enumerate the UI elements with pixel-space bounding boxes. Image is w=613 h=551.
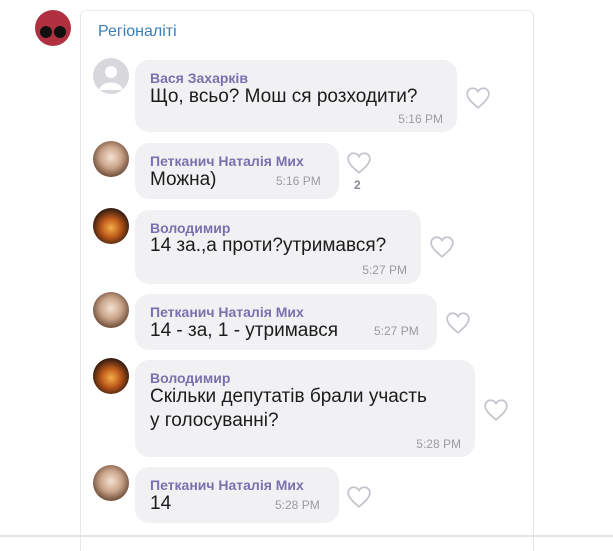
message-time: 5:28 PM (416, 437, 461, 451)
avatar-eye (40, 26, 52, 38)
message-text: Можна) (150, 169, 217, 190)
message-text: 14 (150, 493, 172, 514)
message-time: 5:16 PM (398, 112, 443, 126)
message-bubble[interactable]: Петканич Наталія Мих 14 - за, 1 - утрима… (135, 294, 437, 350)
avatar-eye (54, 26, 66, 38)
message-text: 14 за.,а проти?утримався? (150, 235, 387, 256)
message-bubble[interactable]: Вася Захарків Що, всьо? Мош ся розходити… (135, 60, 457, 132)
heart-icon[interactable] (346, 151, 372, 175)
message-time: 5:27 PM (362, 263, 407, 277)
heart-icon[interactable] (429, 235, 455, 259)
message-text-line: у голосуванні? (150, 410, 279, 431)
divider (0, 535, 613, 537)
avatar[interactable] (93, 58, 129, 94)
sender-name[interactable]: Володимир (150, 370, 230, 386)
message-text-line: Скільки депутатів брали участь (150, 386, 427, 407)
message-bubble[interactable]: Володимир 14 за.,а проти?утримався? 5:27… (135, 210, 421, 284)
message-time: 5:28 PM (275, 498, 320, 512)
chat-title[interactable]: Регіоналіті (98, 23, 177, 41)
avatar[interactable] (93, 358, 129, 394)
sender-name[interactable]: Вася Захарків (150, 70, 248, 86)
message-bubble[interactable]: Петканич Наталія Мих Можна) 5:16 PM (135, 143, 339, 199)
message-text: Що, всьо? Мош ся розходити? (150, 86, 418, 107)
heart-icon[interactable] (465, 86, 491, 110)
message-time: 5:16 PM (276, 174, 321, 188)
avatar[interactable] (93, 141, 129, 177)
like-count[interactable]: 2 (354, 178, 361, 192)
user-placeholder-icon (99, 66, 123, 90)
heart-icon[interactable] (445, 311, 471, 335)
message-bubble[interactable]: Петканич Наталія Мих 14 5:28 PM (135, 467, 339, 523)
message-time: 5:27 PM (374, 324, 419, 338)
sender-name[interactable]: Петканич Наталія Мих (150, 153, 304, 169)
sender-name[interactable]: Петканич Наталія Мих (150, 304, 304, 320)
message-bubble[interactable]: Володимир Скільки депутатів брали участь… (135, 360, 475, 457)
sender-name[interactable]: Петканич Наталія Мих (150, 477, 304, 493)
avatar[interactable] (93, 292, 129, 328)
heart-icon[interactable] (346, 485, 372, 509)
avatar[interactable] (93, 465, 129, 501)
heart-icon[interactable] (483, 398, 509, 422)
avatar[interactable] (93, 208, 129, 244)
message-text: 14 - за, 1 - утримався (150, 320, 338, 341)
chat-avatar[interactable] (35, 10, 71, 46)
